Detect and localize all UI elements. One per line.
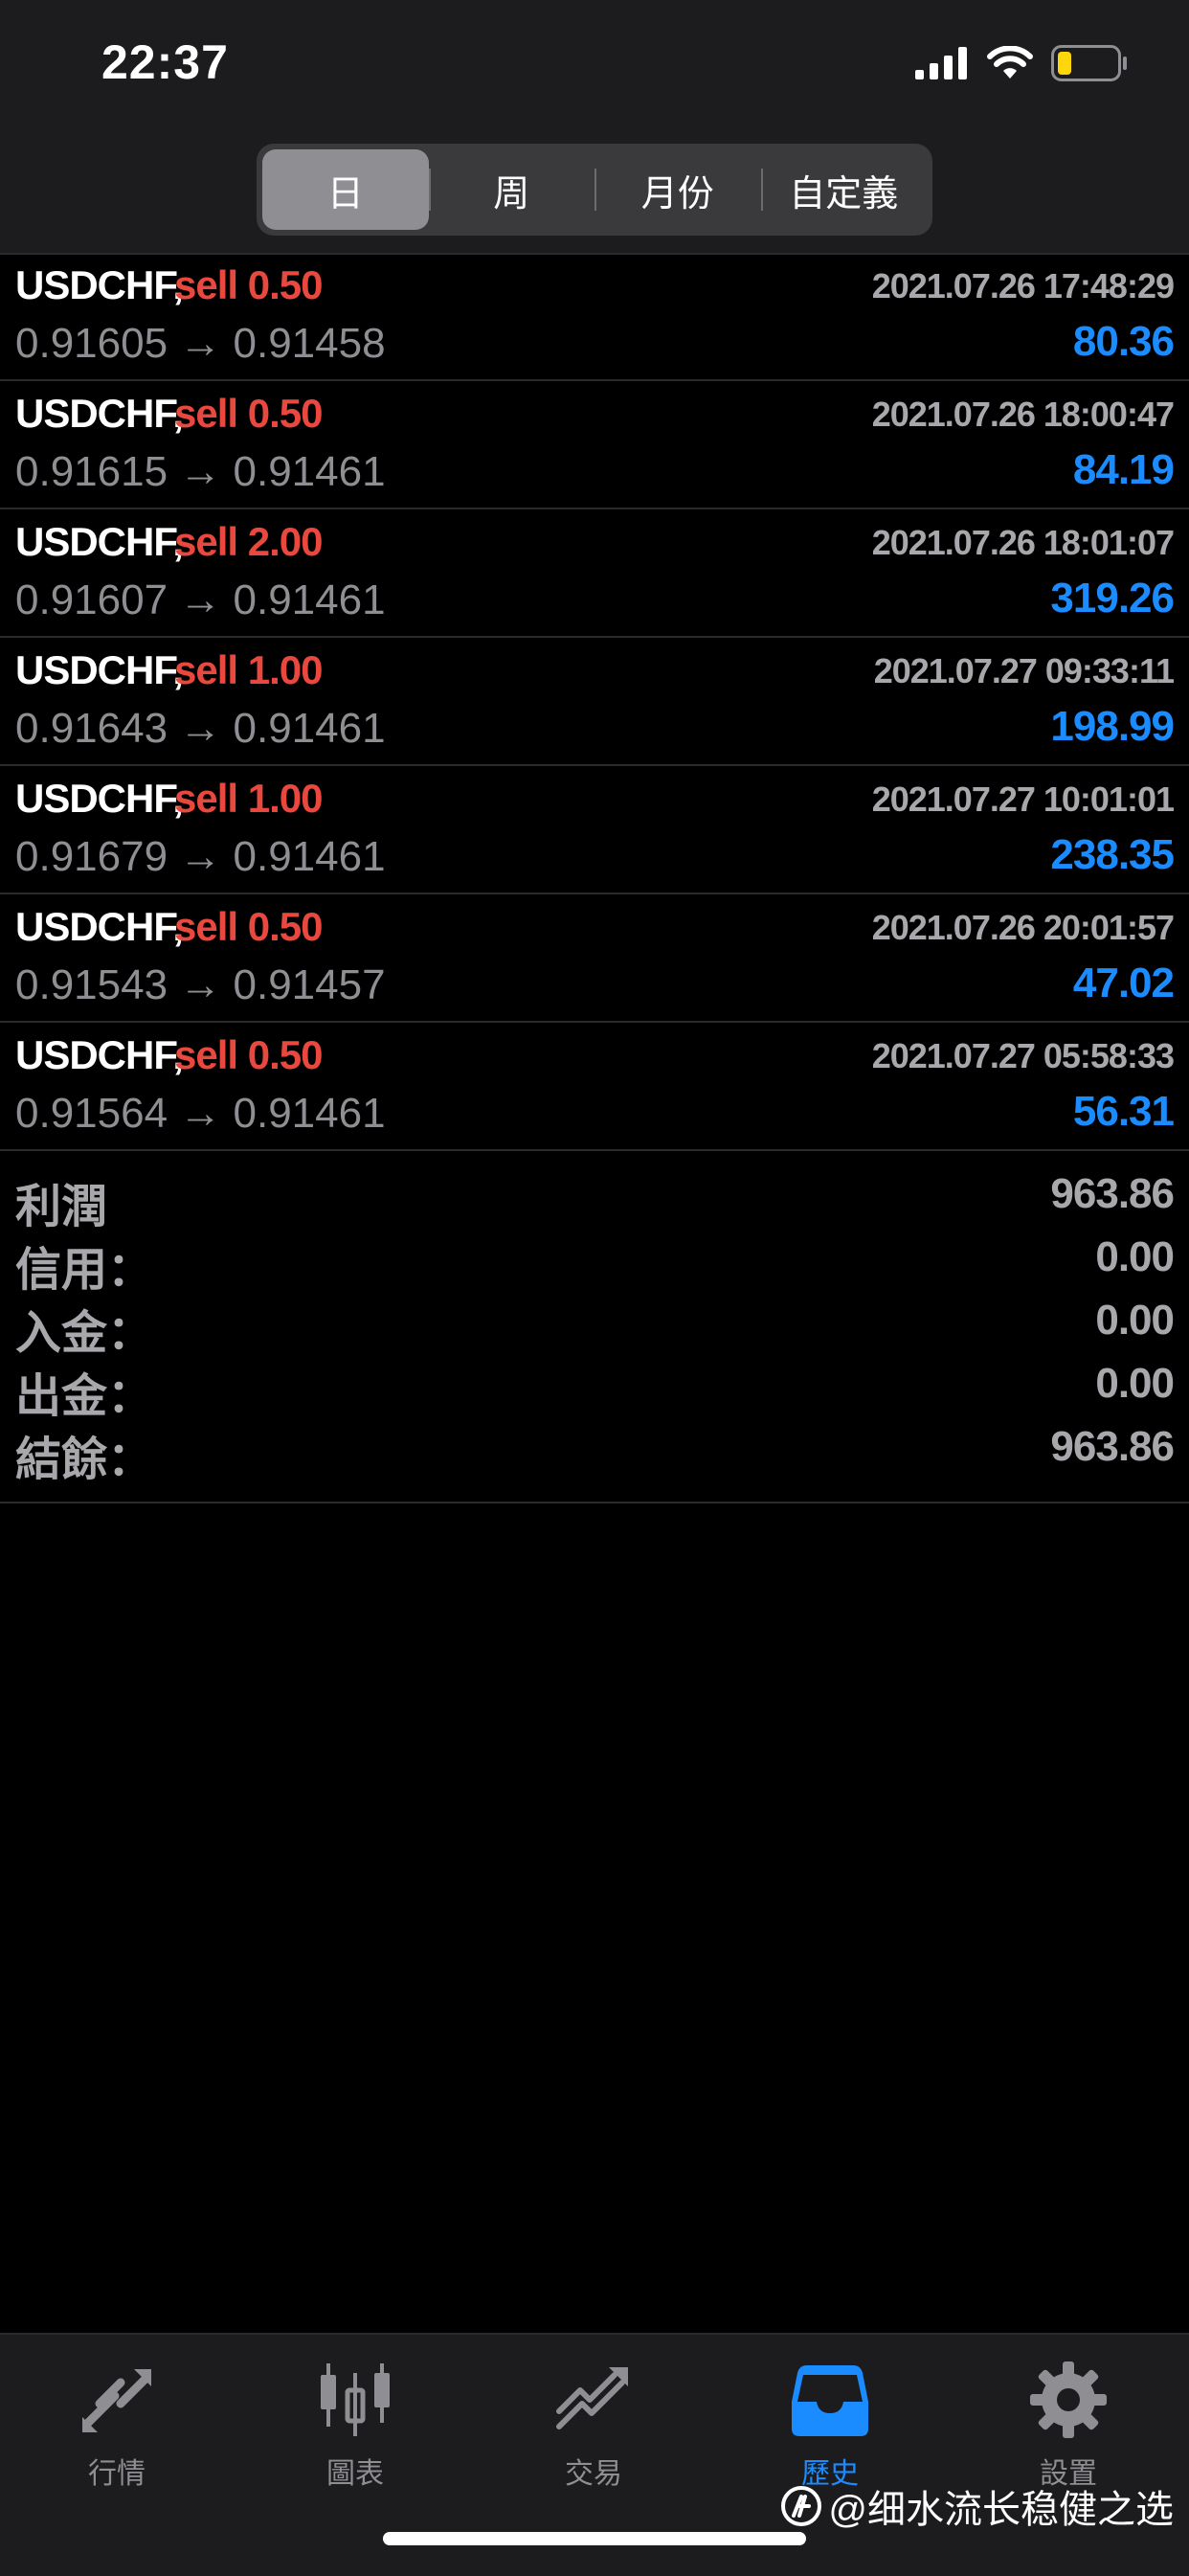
trade-profit: 56.31 <box>1072 1088 1175 1135</box>
trade-symbol: USDCHF, <box>15 262 184 307</box>
battery-icon <box>1051 45 1127 81</box>
trade-symbol: USDCHF, <box>15 647 184 692</box>
segment-custom[interactable]: 自定義 <box>760 149 928 230</box>
segment-week[interactable]: 周 <box>428 149 595 230</box>
watermark-text: @细水流长稳健之选 <box>828 2489 1174 2531</box>
trade-line-icon <box>556 2367 628 2429</box>
signal-icon <box>915 47 967 79</box>
trade-prices: 0.91605 → 0.91458 <box>15 320 386 367</box>
trade-time: 2021.07.26 18:01:07 <box>871 523 1175 562</box>
status-icons <box>915 42 1128 84</box>
trade-row[interactable]: USDCHF, sell 0.50 2021.07.26 20:01:57 0.… <box>0 894 1189 1023</box>
trade-symbol: USDCHF, <box>15 904 184 949</box>
summary-value: 0.00 <box>1095 1360 1175 1407</box>
trade-row[interactable]: USDCHF, sell 0.50 2021.07.27 05:58:33 0.… <box>0 1023 1189 1151</box>
trade-prices: 0.91679 → 0.91461 <box>15 833 386 880</box>
quotes-arrows-icon <box>82 2369 151 2432</box>
trade-side: sell 0.50 <box>174 391 323 436</box>
trade-prices: 0.91615 → 0.91461 <box>15 448 386 495</box>
tab-history[interactable]: 歷史 <box>734 2360 926 2494</box>
trade-symbol: USDCHF, <box>15 1032 184 1077</box>
segment-day[interactable]: 日 <box>262 149 429 230</box>
tab-label: 交易 <box>565 2458 622 2490</box>
trade-symbol: USDCHF, <box>15 776 184 821</box>
trade-row[interactable]: USDCHF, sell 2.00 2021.07.26 18:01:07 0.… <box>0 509 1189 638</box>
tab-label: 圖表 <box>326 2458 384 2490</box>
candlestick-chart-icon <box>321 2363 390 2436</box>
trade-row[interactable]: USDCHF, sell 1.00 2021.07.27 10:01:01 0.… <box>0 766 1189 894</box>
trade-side: sell 0.50 <box>174 262 323 307</box>
trade-symbol: USDCHF, <box>15 391 184 436</box>
summary-value: 963.86 <box>1050 1423 1175 1470</box>
trade-time: 2021.07.26 17:48:29 <box>871 266 1175 305</box>
summary-row-deposit: 入金： 0.00 <box>0 1285 1189 1359</box>
trade-side: sell 0.50 <box>174 904 323 949</box>
trade-row[interactable]: USDCHF, sell 0.50 2021.07.26 18:00:47 0.… <box>0 381 1189 509</box>
trade-symbol: USDCHF, <box>15 519 184 564</box>
trade-prices: 0.91607 → 0.91461 <box>15 576 386 623</box>
summary-row-credit: 信用： 0.00 <box>0 1222 1189 1296</box>
tab-quotes[interactable]: 行情 <box>21 2360 213 2494</box>
trade-prices: 0.91564 → 0.91461 <box>15 1090 386 1137</box>
tab-trade[interactable]: 交易 <box>498 2360 689 2494</box>
trade-time: 2021.07.27 09:33:11 <box>873 651 1175 690</box>
tab-chart[interactable]: 圖表 <box>259 2360 451 2494</box>
home-indicator[interactable] <box>383 2532 806 2545</box>
summary-label: 結餘： <box>15 1435 154 1485</box>
trade-profit: 47.02 <box>1072 960 1175 1006</box>
trade-row[interactable]: USDCHF, sell 1.00 2021.07.27 09:33:11 0.… <box>0 638 1189 766</box>
trade-side: sell 1.00 <box>174 776 323 821</box>
trade-side: sell 0.50 <box>174 1032 323 1077</box>
weibo-logo-icon <box>781 2486 822 2526</box>
trade-time: 2021.07.26 18:00:47 <box>871 395 1175 434</box>
status-time: 22:37 <box>101 35 229 89</box>
trade-time: 2021.07.26 20:01:57 <box>871 908 1175 947</box>
trade-time: 2021.07.27 10:01:01 <box>871 780 1175 819</box>
account-summary: 利潤 963.86 信用： 0.00 入金： 0.00 出金： 0.00 結餘：… <box>0 1159 1189 1503</box>
wifi-icon <box>987 46 1033 79</box>
trade-prices: 0.91543 → 0.91457 <box>15 961 386 1008</box>
trade-row[interactable]: USDCHF, sell 0.50 2021.07.26 17:48:29 0.… <box>0 253 1189 381</box>
history-inbox-icon <box>792 2365 868 2436</box>
settings-gear-icon <box>1030 2361 1107 2438</box>
summary-value: 0.00 <box>1095 1233 1175 1280</box>
status-bar: 22:37 <box>0 0 1189 134</box>
summary-row-withdrawal: 出金： 0.00 <box>0 1348 1189 1422</box>
trade-profit: 198.99 <box>1050 703 1175 750</box>
tab-label: 行情 <box>88 2458 146 2490</box>
period-segmented-control: 日 周 月份 自定義 <box>257 144 932 236</box>
summary-value: 963.86 <box>1050 1170 1175 1217</box>
trade-history-list: USDCHF, sell 0.50 2021.07.26 17:48:29 0.… <box>0 253 1189 1151</box>
trade-profit: 238.35 <box>1050 831 1175 878</box>
period-selector-area: 日 周 月份 自定義 <box>0 134 1189 255</box>
trade-prices: 0.91643 → 0.91461 <box>15 705 386 752</box>
trade-profit: 80.36 <box>1072 318 1175 365</box>
trade-profit: 84.19 <box>1072 446 1175 493</box>
summary-value: 0.00 <box>1095 1297 1175 1344</box>
summary-row-profit: 利潤 963.86 <box>0 1159 1189 1232</box>
tab-settings[interactable]: 設置 <box>973 2360 1164 2494</box>
trade-side: sell 2.00 <box>174 519 323 564</box>
summary-row-balance: 結餘： 963.86 <box>0 1412 1189 1485</box>
watermark: @细水流长稳健之选 <box>780 2478 1174 2534</box>
segment-month[interactable]: 月份 <box>594 149 761 230</box>
trade-profit: 319.26 <box>1050 575 1175 621</box>
trade-time: 2021.07.27 05:58:33 <box>871 1036 1175 1075</box>
trade-side: sell 1.00 <box>174 647 323 692</box>
